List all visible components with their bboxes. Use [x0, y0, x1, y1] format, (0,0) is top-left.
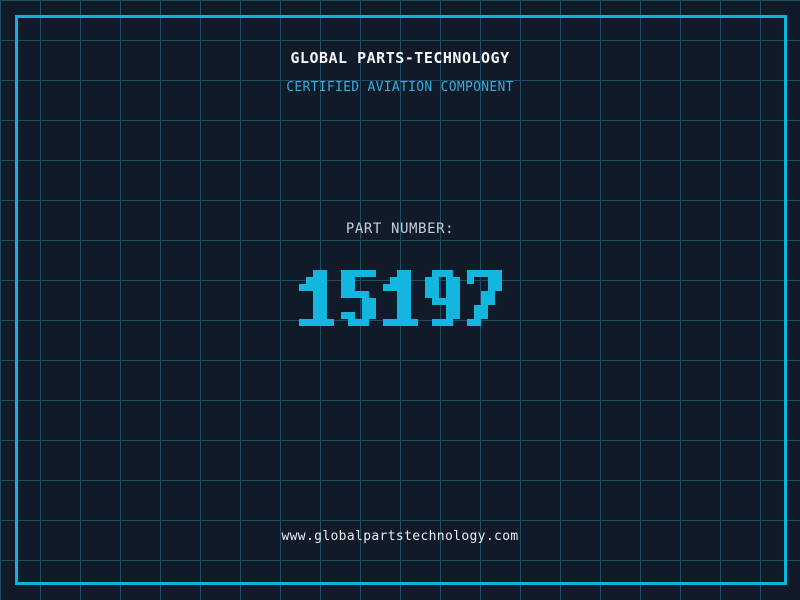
- website-url: www.globalpartstechnology.com: [281, 529, 519, 544]
- blueprint-page: { "header": { "title": "GLOBAL PARTS-TEC…: [0, 0, 800, 600]
- company-title: GLOBAL PARTS-TECHNOLOGY: [290, 49, 510, 67]
- part-number-label: PART NUMBER:: [345, 221, 455, 237]
- part-number-display: [0, 270, 800, 326]
- certification-subtitle: CERTIFIED AVIATION COMPONENT: [286, 80, 514, 95]
